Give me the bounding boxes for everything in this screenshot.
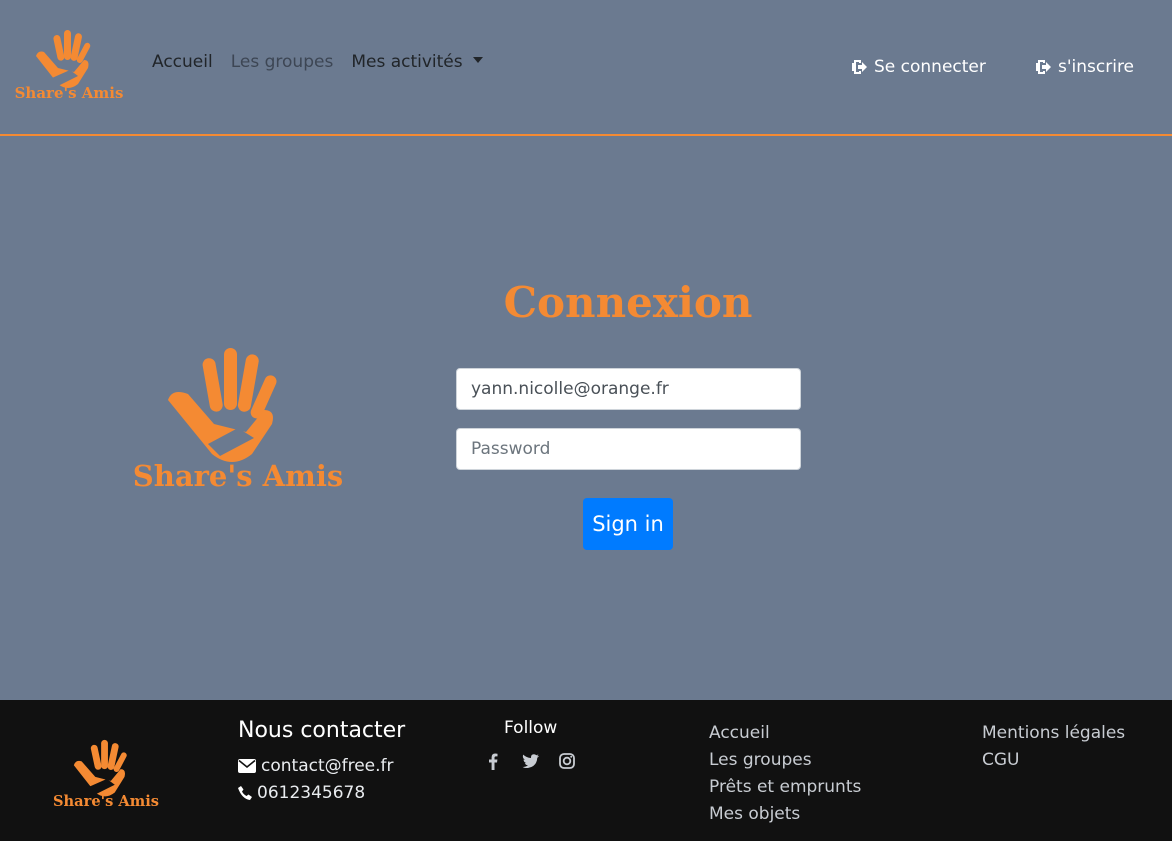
footer-link-mentions-legales[interactable]: Mentions légales [982, 720, 1125, 747]
footer-link-mes-objets[interactable]: Mes objets [709, 801, 861, 828]
contact-title: Nous contacter [238, 718, 406, 743]
nav-mes-activites-label: Mes activités [351, 52, 463, 72]
signup-link-label: s'inscrire [1058, 57, 1135, 77]
navbar: Share's Amis Accueil Les groupes Mes act… [0, 0, 1172, 136]
footer-legal-links: Mentions légales CGU [982, 720, 1125, 774]
follow-title: Follow [504, 718, 558, 738]
email-input[interactable] [456, 368, 801, 410]
facebook-icon [489, 753, 498, 770]
twitter-link[interactable] [521, 752, 539, 770]
instagram-icon [559, 753, 575, 769]
nav-les-groupes[interactable]: Les groupes [231, 52, 334, 72]
contact-email-text: contact@free.fr [261, 756, 394, 776]
footer-link-cgu[interactable]: CGU [982, 747, 1125, 774]
footer-logo-text: Share's Amis [53, 793, 159, 810]
contact-email[interactable]: contact@free.fr [238, 756, 394, 776]
sign-in-button[interactable]: Sign in [583, 498, 673, 550]
social-links [484, 752, 595, 770]
contact-phone[interactable]: 0612345678 [238, 783, 365, 803]
caret-down-icon [472, 57, 483, 63]
main-logo: Share's Amis [133, 348, 343, 493]
footer-link-prets-emprunts[interactable]: Prêts et emprunts [709, 774, 861, 801]
contact-phone-text: 0612345678 [257, 783, 366, 803]
envelope-icon [238, 759, 256, 773]
sign-in-icon [852, 60, 867, 74]
phone-icon [238, 786, 252, 800]
nav-mes-activites-dropdown[interactable]: Mes activités [351, 52, 483, 72]
footer-link-les-groupes[interactable]: Les groupes [709, 747, 861, 774]
footer-link-accueil[interactable]: Accueil [709, 720, 861, 747]
footer-logo: Share's Amis [53, 739, 159, 810]
main-logo-text: Share's Amis [133, 459, 343, 493]
footer-nav-links: Accueil Les groupes Prêts et emprunts Me… [709, 720, 861, 828]
instagram-link[interactable] [558, 752, 576, 770]
nav-accueil[interactable]: Accueil [152, 52, 213, 72]
brand-logo[interactable]: Share's Amis [14, 26, 124, 104]
password-input[interactable] [456, 428, 801, 470]
signup-link[interactable]: s'inscrire [1036, 57, 1134, 77]
footer: Share's Amis Nous contacter contact@free… [0, 700, 1172, 841]
login-title: Connexion [503, 278, 753, 327]
login-link[interactable]: Se connecter [852, 57, 986, 77]
twitter-icon [522, 754, 539, 768]
brand-logo-text: Share's Amis [15, 84, 124, 102]
login-link-label: Se connecter [874, 57, 986, 77]
sign-in-icon [1036, 60, 1051, 74]
main-nav: Accueil Les groupes Mes activités [152, 52, 501, 72]
facebook-link[interactable] [484, 752, 502, 770]
